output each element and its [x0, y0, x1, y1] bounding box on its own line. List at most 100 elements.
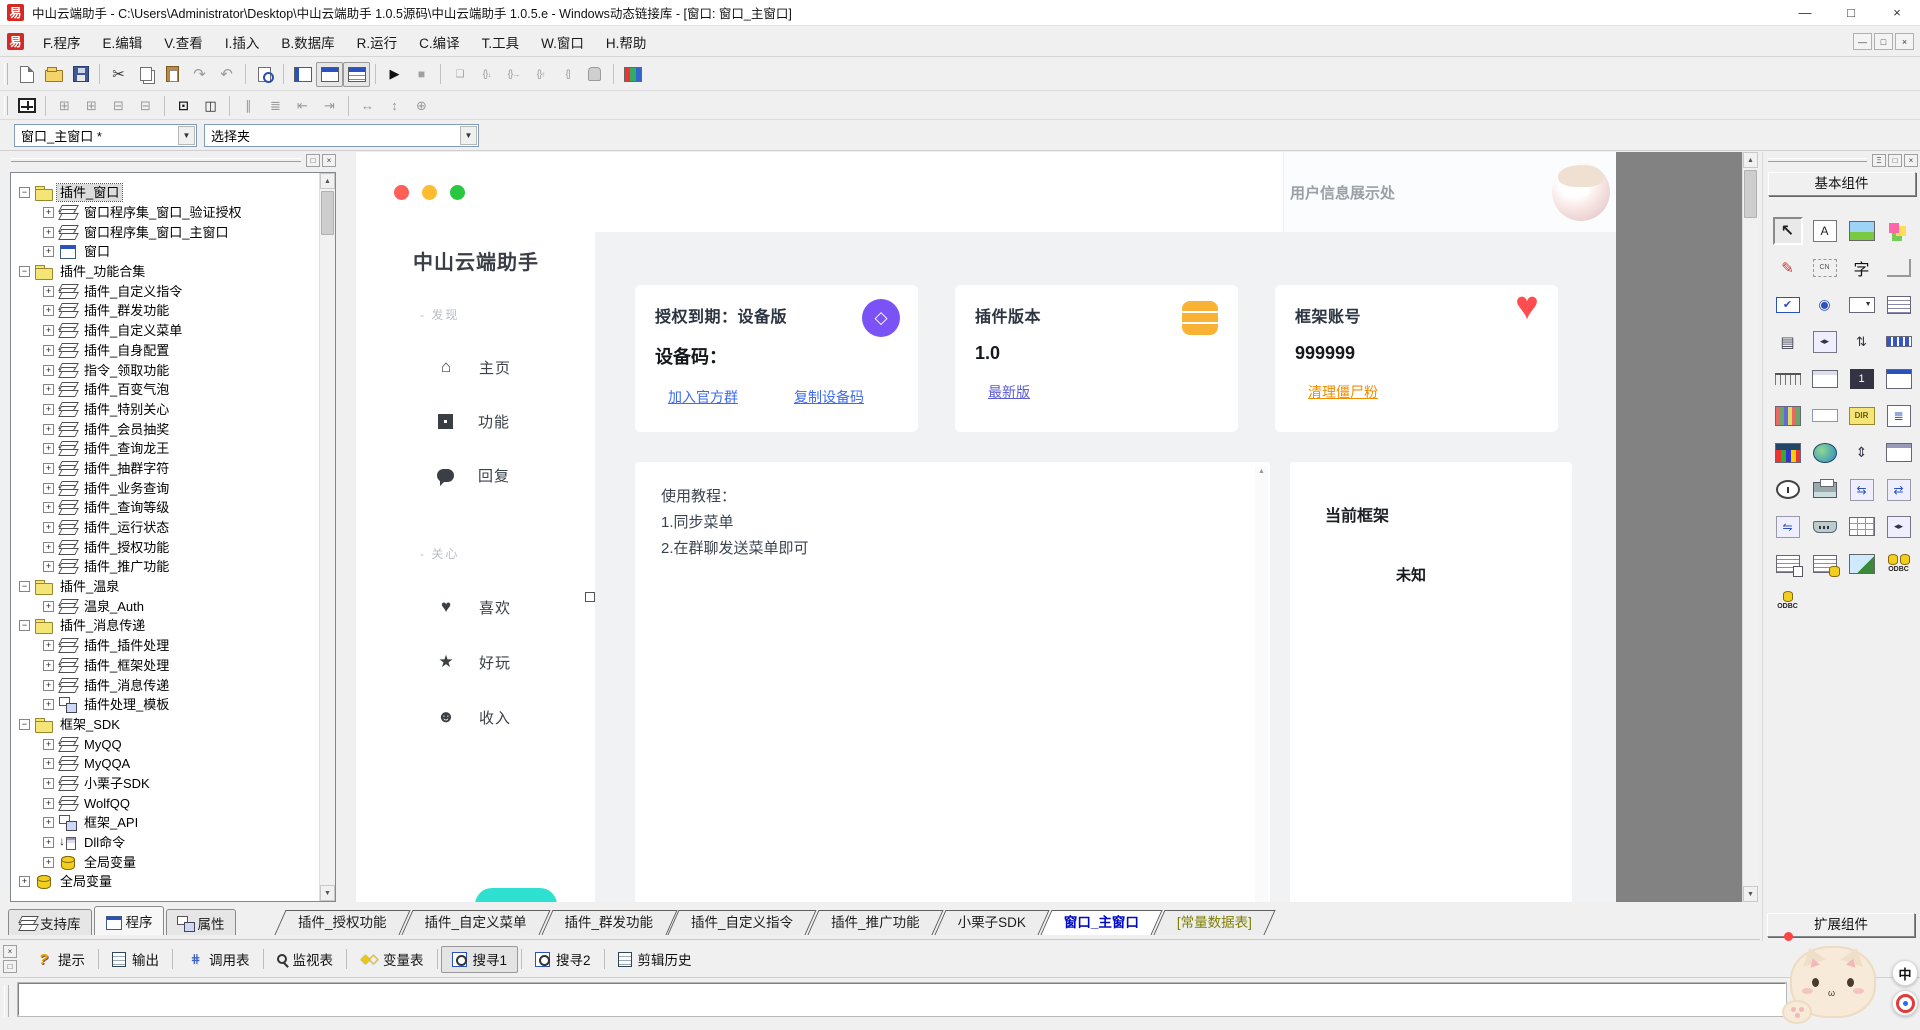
- tree-row[interactable]: +插件_抽群字符: [11, 459, 319, 479]
- layout-rows-button[interactable]: [343, 62, 370, 87]
- palette-cell-data-grid[interactable]: [1769, 397, 1806, 434]
- shrink-to-grid-button[interactable]: ⇤: [289, 93, 316, 118]
- palette-cell-table-grid[interactable]: [1843, 508, 1880, 545]
- 剪辑历史-button[interactable]: 剪辑历史: [608, 946, 702, 973]
- basic-components-button[interactable]: 基本组件: [1768, 172, 1916, 196]
- tree-row[interactable]: +全局变量: [11, 852, 319, 872]
- align-tops-button[interactable]: ⊟: [105, 93, 132, 118]
- run-to-cursor-button[interactable]: {]: [554, 62, 581, 87]
- tree-row[interactable]: +插件_自定义指令: [11, 281, 319, 301]
- palette-cell-image-box[interactable]: [1843, 545, 1880, 582]
- palette-cell-ruler[interactable]: [1769, 360, 1806, 397]
- folder-selector-combo[interactable]: 选择夹 ▼: [204, 124, 479, 147]
- scroll-up-icon[interactable]: ▲: [1255, 466, 1268, 478]
- 提示-button[interactable]: ?提示: [25, 946, 95, 973]
- chevron-down-icon[interactable]: ▼: [178, 126, 195, 145]
- palette-cell-color-picker[interactable]: [1769, 434, 1806, 471]
- tree-row[interactable]: +温泉_Auth: [11, 596, 319, 616]
- collapse-icon[interactable]: −: [19, 187, 30, 198]
- expand-icon[interactable]: +: [43, 522, 54, 533]
- expand-icon[interactable]: +: [43, 325, 54, 336]
- panel-close-icon[interactable]: ×: [1904, 154, 1918, 167]
- save-file-button[interactable]: [67, 62, 94, 87]
- tree-row[interactable]: −框架_SDK: [11, 715, 319, 735]
- redo-button[interactable]: ↷: [186, 62, 213, 87]
- 变量表-button[interactable]: ◆◇变量表: [350, 946, 434, 973]
- expand-icon[interactable]: +: [43, 542, 54, 553]
- layout-left-button[interactable]: [289, 62, 316, 87]
- palette-cell-cursor[interactable]: ↖: [1769, 212, 1806, 249]
- tree-row[interactable]: +指令_领取功能: [11, 360, 319, 380]
- palette-cell-printer[interactable]: [1806, 471, 1843, 508]
- chevron-down-icon[interactable]: ▼: [460, 126, 477, 145]
- palette-cell-splitter[interactable]: ⇕: [1843, 434, 1880, 471]
- menu-item-8[interactable]: W.窗口: [530, 28, 595, 56]
- file-tab-插件_授权功能[interactable]: 插件_授权功能: [280, 910, 405, 935]
- mdi-close-button[interactable]: ×: [1895, 33, 1914, 50]
- palette-cell-v-updown[interactable]: ⇅: [1843, 323, 1880, 360]
- 搜寻1-button[interactable]: 搜寻1: [441, 946, 519, 973]
- tree-row[interactable]: +插件_会员抽奖: [11, 419, 319, 439]
- tree-row[interactable]: +插件_查询龙王: [11, 439, 319, 459]
- tree-row[interactable]: +框架_API: [11, 813, 319, 833]
- scroll-up-icon[interactable]: ▲: [1743, 152, 1758, 168]
- tree-row[interactable]: +MyQQA: [11, 754, 319, 774]
- expand-icon[interactable]: +: [43, 640, 54, 651]
- make-same-height-button[interactable]: ↕: [381, 93, 408, 118]
- tree-row[interactable]: +窗口: [11, 242, 319, 262]
- menu-item-5[interactable]: R.运行: [346, 28, 409, 56]
- form-designer-button[interactable]: [13, 93, 40, 118]
- undo-button[interactable]: ↶: [213, 62, 240, 87]
- palette-cell-tab-control[interactable]: [1806, 360, 1843, 397]
- align-bottoms-button[interactable]: ⊟: [132, 93, 159, 118]
- palette-cell-radio-button[interactable]: ◉: [1806, 286, 1843, 323]
- preview-action-button[interactable]: [475, 888, 557, 902]
- expand-icon[interactable]: +: [43, 502, 54, 513]
- output-panel-maximize-icon[interactable]: □: [3, 960, 17, 973]
- avatar[interactable]: [1552, 163, 1610, 221]
- nav-item-好玩[interactable]: ★好玩: [356, 639, 595, 685]
- palette-cell-list-box[interactable]: [1880, 286, 1917, 323]
- expand-icon[interactable]: +: [43, 443, 54, 454]
- 监视表-button[interactable]: 监视表: [267, 946, 344, 973]
- expand-icon[interactable]: +: [19, 876, 30, 887]
- tree-row[interactable]: +窗口程序集_窗口_主窗口: [11, 222, 319, 242]
- expand-icon[interactable]: +: [43, 365, 54, 376]
- nav-item-功能[interactable]: 功能: [356, 398, 595, 444]
- expand-icon[interactable]: +: [43, 739, 54, 750]
- palette-cell-list-view[interactable]: ▤: [1769, 323, 1806, 360]
- tutorial-scrollbar[interactable]: ▲ ▼: [1255, 466, 1268, 902]
- nav-item-主页[interactable]: ⌂主页: [356, 344, 595, 390]
- tree-row[interactable]: +插件_运行状态: [11, 518, 319, 538]
- tree-row[interactable]: +插件_百变气泡: [11, 380, 319, 400]
- tree-row[interactable]: +插件_群发功能: [11, 301, 319, 321]
- palette-cell-picture-box[interactable]: [1843, 212, 1880, 249]
- tree-row[interactable]: +插件_消息传递: [11, 675, 319, 695]
- layout-top-button[interactable]: [316, 62, 343, 87]
- tree-row[interactable]: +小栗子SDK: [11, 774, 319, 794]
- 搜寻2-button[interactable]: 搜寻2: [525, 946, 601, 973]
- expand-icon[interactable]: +: [43, 305, 54, 316]
- open-file-button[interactable]: [40, 62, 67, 87]
- panel-drag-handle[interactable]: [11, 158, 301, 162]
- mdi-minimize-button[interactable]: —: [1853, 33, 1872, 50]
- palette-cell-page-navigator[interactable]: ◂▸: [1880, 508, 1917, 545]
- tab-支持库[interactable]: 支持库: [8, 909, 92, 935]
- collapse-icon[interactable]: −: [19, 581, 30, 592]
- form-designer-canvas[interactable]: 用户信息展示处 中山云端助手 - 发现⌂主页功能回复- 关心♥喜欢★好玩☻收入 …: [356, 152, 1758, 902]
- palette-cell-db-list[interactable]: [1806, 545, 1843, 582]
- menu-item-7[interactable]: T.工具: [471, 28, 531, 56]
- tree-row[interactable]: −插件_功能合集: [11, 262, 319, 282]
- expand-icon[interactable]: +: [43, 798, 54, 809]
- palette-cell-checkbox[interactable]: ✔: [1769, 286, 1806, 323]
- step-into-button[interactable]: {}↓: [473, 62, 500, 87]
- debug-window-button[interactable]: ❑: [446, 62, 473, 87]
- component-data-table-button[interactable]: [619, 62, 646, 87]
- tree-row[interactable]: +插件_框架处理: [11, 656, 319, 676]
- minimize-button[interactable]: —: [1782, 0, 1828, 25]
- palette-cell-sketchpad[interactable]: ✎: [1769, 249, 1806, 286]
- form-preview[interactable]: 用户信息展示处 中山云端助手 - 发现⌂主页功能回复- 关心♥喜欢★好玩☻收入 …: [356, 152, 1616, 902]
- make-same-size-button[interactable]: ⊕: [408, 93, 435, 118]
- expand-icon[interactable]: +: [43, 227, 54, 238]
- step-over-button[interactable]: {}→: [500, 62, 527, 87]
